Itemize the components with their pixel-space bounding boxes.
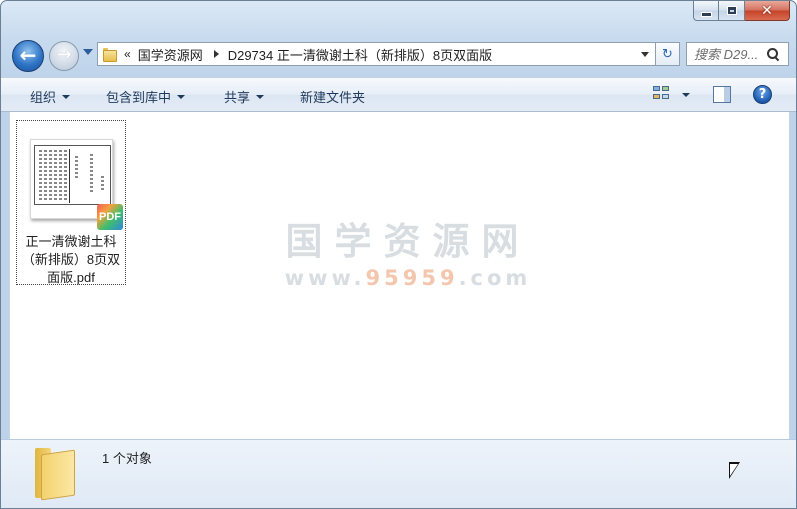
watermark-url-suffix: .com <box>458 266 532 290</box>
watermark-url: www.95959.com <box>278 266 538 290</box>
back-arrow-icon: ← <box>19 43 37 67</box>
help-icon[interactable]: ? <box>753 85 772 104</box>
address-dropdown-icon[interactable] <box>641 51 649 57</box>
chevron-down-icon <box>62 94 71 99</box>
watermark: 国学资源网 www.95959.com <box>278 220 538 291</box>
forward-arrow-icon: → <box>56 44 72 65</box>
search-box[interactable] <box>686 42 789 66</box>
address-bar[interactable]: « 国学资源网 D29734 正一清微谢土科（新排版）8页双面版 <box>97 42 656 66</box>
close-icon: ✕ <box>761 2 773 19</box>
change-view-icon[interactable] <box>653 86 671 102</box>
watermark-url-prefix: www. <box>284 266 366 290</box>
breadcrumb-chevron-icon[interactable] <box>213 50 219 58</box>
breadcrumb-overflow[interactable]: « <box>124 47 131 61</box>
details-pane: 1 个对象 <box>1 439 796 508</box>
chevron-down-icon <box>177 94 186 99</box>
folder-icon <box>35 448 77 501</box>
item-count: 1 个对象 <box>102 451 152 466</box>
preview-pane-icon[interactable] <box>713 86 731 103</box>
minimize-icon <box>700 11 712 17</box>
watermark-title: 国学资源网 <box>285 220 531 263</box>
pdf-badge-icon: PDF <box>97 204 123 230</box>
maximize-button[interactable] <box>719 1 745 21</box>
file-name: 正一清微谢土科（新排版）8页双面版.pdf <box>21 234 121 285</box>
folder-icon <box>102 47 117 62</box>
share-menu[interactable]: 共享 <box>224 87 265 106</box>
organize-label: 组织 <box>30 90 57 105</box>
new-folder-label: 新建文件夹 <box>300 90 366 105</box>
file-item[interactable]: PDF 正一清微谢土科（新排版）8页双面版.pdf <box>16 120 126 285</box>
refresh-button[interactable]: ↻ <box>656 42 680 66</box>
search-icon[interactable] <box>766 47 780 61</box>
close-button[interactable]: ✕ <box>745 1 790 21</box>
refresh-icon: ↻ <box>662 46 673 62</box>
include-in-library-menu[interactable]: 包含到库中 <box>106 87 186 106</box>
maximize-icon <box>726 6 737 15</box>
share-label: 共享 <box>224 90 251 105</box>
organize-menu[interactable]: 组织 <box>30 87 71 106</box>
minimize-button[interactable] <box>693 1 719 21</box>
breadcrumb-item[interactable]: 国学资源网 <box>138 45 203 64</box>
explorer-window: ✕ ← → « 国学资源网 D29734 正一清微谢土科（新排版）8页双面版 ↻… <box>0 0 797 509</box>
command-bar: 组织 包含到库中 共享 新建文件夹 ? <box>1 77 796 112</box>
search-input[interactable] <box>694 46 764 62</box>
new-folder-button[interactable]: 新建文件夹 <box>300 87 365 106</box>
view-options-dropdown[interactable] <box>682 93 690 97</box>
caption-buttons: ✕ <box>693 1 790 21</box>
include-in-library-label: 包含到库中 <box>106 90 172 105</box>
forward-button[interactable]: → <box>49 41 79 71</box>
chevron-down-icon <box>256 94 265 99</box>
watermark-url-number: 95959 <box>365 266 459 290</box>
pdf-thumbnail <box>34 145 111 205</box>
back-button[interactable]: ← <box>12 40 44 72</box>
recent-pages-dropdown[interactable] <box>83 49 93 55</box>
breadcrumb-item-current[interactable]: D29734 正一清微谢土科（新排版）8页双面版 <box>228 45 492 64</box>
file-list-area[interactable]: PDF 正一清微谢土科（新排版）8页双面版.pdf 国学资源网 www.9595… <box>9 112 790 439</box>
